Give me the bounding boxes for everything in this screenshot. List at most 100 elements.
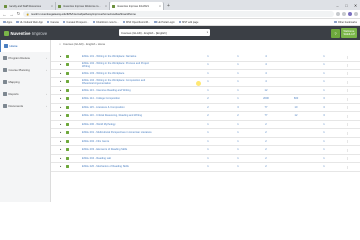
close-window-icon[interactable]: ✕ <box>351 0 360 10</box>
count-cell[interactable]: 2 <box>204 97 212 100</box>
sidebar-item-reports[interactable]: Reports › <box>0 88 50 100</box>
count-cell[interactable]: 1 <box>319 63 329 66</box>
row-menu-icon[interactable]: ⋮ <box>346 156 349 160</box>
expand-row-icon[interactable]: ▸ <box>60 148 61 151</box>
course-name-link[interactable]: ENGL 102 - Writing in the Workplace: Pro… <box>82 62 154 68</box>
count-cell[interactable]: 1 <box>319 148 329 151</box>
expand-row-icon[interactable]: ▸ <box>60 114 61 117</box>
forward-icon[interactable]: → <box>9 12 14 17</box>
count-cell[interactable]: 1 <box>234 55 242 58</box>
browser-tab-active[interactable]: Nuventive Improve 4/1/2021 ✕ <box>110 2 164 10</box>
row-menu-icon[interactable]: ⋮ <box>346 55 349 59</box>
count-cell[interactable]: 1 <box>234 89 242 92</box>
home-crumb-icon[interactable]: ⌂ <box>59 42 61 46</box>
count-cell[interactable]: 1 <box>319 72 329 75</box>
count-cell[interactable]: 2 <box>262 131 270 134</box>
count-cell[interactable]: 12 <box>262 89 270 92</box>
table-row[interactable]: ▸ ENGL 204 - Reading Lab 1 1 2 1 ⋮ <box>51 155 360 164</box>
tab-close-icon[interactable]: ✕ <box>105 5 107 8</box>
count-cell[interactable]: 2 <box>262 165 270 168</box>
count-cell[interactable]: 1 <box>204 72 212 75</box>
count-cell[interactable]: 1 <box>319 80 329 83</box>
table-row[interactable]: ▸ ENGL 115 - Literature & Composition 2 3 77… <box>51 104 360 113</box>
table-row[interactable]: ▸ ENGL 203 - Elements of Reading Skills 1 1… <box>51 146 360 155</box>
expand-row-icon[interactable]: ▸ <box>60 123 61 126</box>
expand-row-icon[interactable]: ▸ <box>60 63 61 66</box>
course-name-link[interactable]: ENGL 116 - Critical Reasoning, Reading a… <box>82 114 154 117</box>
back-icon[interactable]: ← <box>2 12 7 17</box>
bookmark-item[interactable]: MST edit page <box>178 21 198 24</box>
tab-close-icon[interactable]: ✕ <box>159 5 161 8</box>
sidebar-item-program-review[interactable]: Program Review › <box>0 52 50 64</box>
expand-row-icon[interactable]: ▸ <box>60 165 61 168</box>
count-cell[interactable]: 1 <box>204 55 212 58</box>
course-name-link[interactable]: ENGL 200 - World Mythology <box>82 123 154 126</box>
count-cell[interactable]: 1 <box>204 89 212 92</box>
course-name-link[interactable]: ENGL 202 - Film Genre <box>82 140 154 143</box>
row-menu-icon[interactable]: ⋮ <box>346 63 349 67</box>
row-menu-icon[interactable]: ⋮ <box>346 122 349 126</box>
count-cell[interactable]: 2 <box>262 123 270 126</box>
count-cell[interactable]: 1 <box>234 131 242 134</box>
browser-tab[interactable]: Nuventive Improve Welcome to... ✕ <box>56 2 110 10</box>
table-row[interactable]: ▸ ENGL 220 - Mechanics of Reading Skills 1… <box>51 163 360 172</box>
count-cell[interactable]: 2 <box>262 140 270 143</box>
count-cell[interactable]: 1 <box>319 140 329 143</box>
expand-row-icon[interactable]: ▸ <box>60 131 61 134</box>
count-cell[interactable]: 4 <box>262 63 270 66</box>
count-cell[interactable]: 1 <box>319 55 329 58</box>
count-cell[interactable]: 12 <box>291 114 301 117</box>
course-name-link[interactable]: ENGL 115 - Literature & Composition <box>82 106 154 109</box>
count-cell[interactable]: 1 <box>234 72 242 75</box>
table-row[interactable]: ▸ ENGL 113 - Intensive Reading and Writin… <box>51 87 360 96</box>
count-cell[interactable]: 1 <box>319 89 329 92</box>
other-bookmarks[interactable]: Other bookmarks <box>334 21 357 24</box>
app-logo[interactable]: Nuventive Improve <box>4 30 47 36</box>
sidebar-item-mapping[interactable]: Mapping <box>0 76 50 88</box>
count-cell[interactable]: 1 <box>319 157 329 160</box>
bookmark-item[interactable]: UL Outlook Web App <box>16 21 43 24</box>
course-name-link[interactable]: ENGL 113 - Intensive Reading and Writing <box>82 89 154 92</box>
expand-row-icon[interactable]: ▸ <box>60 157 61 160</box>
url-input[interactable]: 🔒 nuvdcr.nuventivegateway.edu/IMS/Intern… <box>23 11 334 17</box>
count-cell[interactable]: 1 <box>234 140 242 143</box>
row-menu-icon[interactable]: ⋮ <box>346 105 349 109</box>
new-tab-icon[interactable]: + <box>164 2 173 10</box>
bookmark-item[interactable]: MSF Open/Zoom/M... <box>122 21 150 24</box>
expand-row-icon[interactable]: ▸ <box>60 106 61 109</box>
count-cell[interactable]: 1 <box>234 80 242 83</box>
count-cell[interactable]: 1 <box>234 165 242 168</box>
count-cell[interactable]: 1 <box>319 131 329 134</box>
count-cell[interactable]: 1 <box>204 165 212 168</box>
count-cell[interactable]: 1 <box>204 123 212 126</box>
expand-row-icon[interactable]: ▸ <box>60 80 61 83</box>
table-row[interactable]: ▸ ENGL 103 - Writing in the Workplace 1 1 4 1… <box>51 70 360 79</box>
table-row[interactable]: ▸ ENGL 202 - Film Genre 1 1 2 1 ⋮ <box>51 138 360 147</box>
expand-row-icon[interactable]: ▸ <box>60 97 61 100</box>
count-cell[interactable]: 2 <box>204 114 212 117</box>
count-cell[interactable]: 3 <box>319 97 329 100</box>
count-cell[interactable]: 2 <box>262 148 270 151</box>
count-cell[interactable]: 1 <box>234 97 242 100</box>
count-cell[interactable]: 3 <box>319 114 329 117</box>
sidebar-item-documents[interactable]: Documents › <box>0 100 50 112</box>
bookmark-item[interactable]: Chat/Zoom now fo... <box>92 21 119 24</box>
course-name-link[interactable]: ENGL 103 - Writing in the Workplace <box>82 72 154 75</box>
table-row[interactable]: ▸ ENGL 201 - Multicultural Perspectives i… <box>51 129 360 138</box>
course-name-link[interactable]: ENGL 104 - Writing in the Workplace: Com… <box>82 79 154 85</box>
expand-row-icon[interactable]: ▸ <box>60 55 61 58</box>
course-name-link[interactable]: ENGL 220 - Mechanics of Reading Skills <box>82 165 154 168</box>
count-cell[interactable]: 1 <box>234 148 242 151</box>
menu-icon[interactable] <box>354 12 358 16</box>
tab-close-icon[interactable]: ✕ <box>51 5 53 8</box>
sidebar-item-home[interactable]: Home <box>0 40 50 52</box>
count-cell[interactable]: 2 <box>204 106 212 109</box>
row-menu-icon[interactable]: ⋮ <box>346 165 349 169</box>
count-cell[interactable]: 1 <box>204 63 212 66</box>
table-row[interactable]: ▸ ENGL 102 - Writing in the Workplace: Pr… <box>51 61 360 70</box>
row-menu-icon[interactable]: ⋮ <box>346 148 349 152</box>
sidebar-item-course-planning[interactable]: Course Planning › <box>0 64 50 76</box>
expand-row-icon[interactable]: ▸ <box>60 72 61 75</box>
count-cell[interactable]: 2 <box>234 114 242 117</box>
course-name-link[interactable]: ENGL 203 - Elements of Reading Skills <box>82 148 154 151</box>
